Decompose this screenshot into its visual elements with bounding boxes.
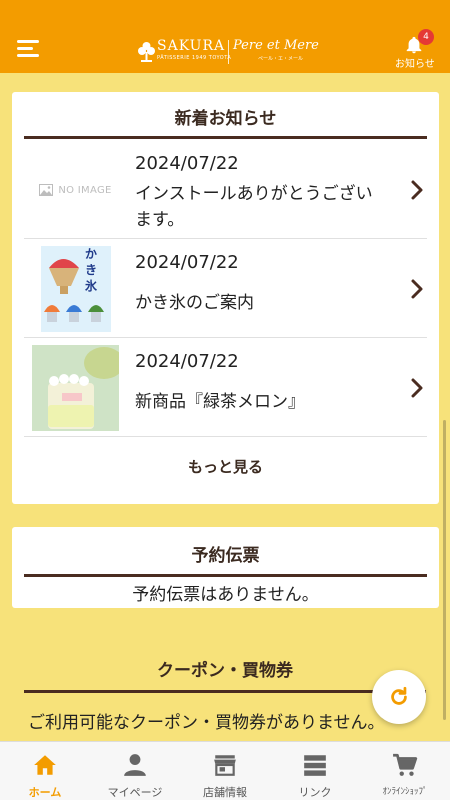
news-text: かき氷のご案内	[135, 293, 254, 313]
brand-logo: SAKURA PÂTISSERIE 1949 TOYOTA Pere et Me…	[138, 38, 319, 68]
svg-text:か: か	[85, 247, 97, 261]
chevron-right-icon	[411, 180, 423, 200]
clover-logo-icon	[138, 42, 155, 62]
reservation-title-rule	[24, 574, 427, 577]
cart-icon	[393, 753, 418, 776]
news-text: 新商品『緑茶メロン』	[135, 392, 305, 412]
news-thumbnail	[32, 345, 119, 431]
svg-text:き: き	[85, 263, 97, 277]
tab-store-info[interactable]: 店舗情報	[180, 742, 270, 800]
scrollbar[interactable]	[443, 420, 446, 720]
notification-label: お知らせ	[395, 59, 435, 70]
no-image-placeholder: NO IMAGE	[39, 184, 111, 196]
tab-mypage[interactable]: マイページ	[90, 742, 180, 800]
store-icon	[214, 755, 236, 776]
person-icon	[124, 754, 146, 776]
refresh-icon	[391, 686, 407, 705]
news-item[interactable]: 2024/07/22 新商品『緑茶メロン』	[24, 339, 427, 437]
app-header: SAKURA PÂTISSERIE 1949 TOYOTA Pere et Me…	[0, 0, 450, 73]
news-title: 新着お知らせ	[174, 109, 277, 129]
home-icon	[34, 755, 56, 775]
notification-count-badge: 4	[418, 29, 434, 45]
news-thumbnail: NO IMAGE	[32, 147, 119, 233]
kakigori-image: か き 氷	[40, 246, 111, 332]
news-text: インストールありがとうございます。	[135, 184, 373, 230]
tab-label: ホーム	[28, 786, 62, 799]
brand-name: SAKURA	[157, 38, 226, 54]
tab-label: マイページ	[107, 786, 163, 799]
list-icon	[304, 755, 326, 776]
chevron-right-icon	[411, 279, 423, 299]
tab-label: 店舗情報	[203, 786, 247, 799]
tab-label: リンク	[298, 786, 332, 799]
brand-tagline: PÂTISSERIE 1949 TOYOTA	[157, 55, 232, 61]
tab-home[interactable]: ホーム	[0, 742, 90, 800]
coupon-title-rule	[24, 690, 426, 693]
tab-online-shop[interactable]: ｵﾝﾗｲﾝｼｮｯﾌﾟ	[360, 742, 450, 800]
news-card: 新着お知らせ NO IMAGE 2024/07/22 インストールありがとうござ…	[12, 92, 439, 504]
news-date: 2024/07/22	[135, 153, 239, 174]
reservation-title: 予約伝票	[191, 546, 260, 566]
no-image-label: NO IMAGE	[58, 184, 112, 196]
reservation-empty-text: 予約伝票はありません。	[132, 585, 319, 605]
tab-links[interactable]: リンク	[270, 742, 360, 800]
image-icon	[39, 184, 54, 196]
reservation-card: 予約伝票 予約伝票はありません。	[12, 527, 439, 608]
news-item[interactable]: か き 氷 2024/07/22 かき氷のご案内	[24, 240, 427, 338]
svg-text:氷: 氷	[84, 278, 98, 293]
more-news-link[interactable]: もっと見る	[24, 442, 427, 492]
news-thumbnail: か き 氷	[32, 246, 119, 332]
bottom-nav: ホーム マイページ 店舗情報 リンク ｵﾝﾗｲﾝｼｮｯﾌﾟ	[0, 741, 450, 800]
menu-icon[interactable]	[17, 40, 39, 58]
notification-button[interactable]: 4 お知らせ	[390, 29, 440, 70]
refresh-button[interactable]	[372, 670, 426, 724]
logo-divider	[228, 40, 229, 64]
news-title-rule	[24, 136, 427, 139]
brand-secondary-name: Pere et Mere	[233, 38, 319, 53]
chevron-right-icon	[411, 378, 423, 398]
coupon-empty-text: ご利用可能なクーポン・買物券がありません。	[28, 713, 385, 733]
tab-label: ｵﾝﾗｲﾝｼｮｯﾌﾟ	[382, 787, 428, 797]
melon-dessert-image	[32, 345, 119, 431]
news-item[interactable]: NO IMAGE 2024/07/22 インストールありがとうございます。	[24, 141, 427, 239]
news-date: 2024/07/22	[135, 252, 239, 273]
news-date: 2024/07/22	[135, 351, 239, 372]
brand-secondary-sub: ペール・エ・メール	[258, 56, 304, 62]
